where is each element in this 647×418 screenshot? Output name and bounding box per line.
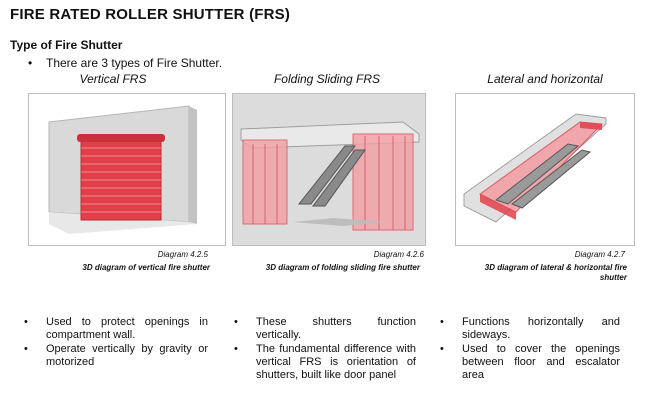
bullet: • <box>28 56 33 70</box>
diagram-lateral-horizontal-shutter <box>455 93 635 246</box>
list-item: • Used to cover the openings between floo… <box>440 343 620 381</box>
diagram-folding-sliding-shutter <box>232 93 426 246</box>
column-heading-lateral: Lateral and horizontal <box>487 72 603 86</box>
diagram-title-3: 3D diagram of lateral & horizontal fire … <box>455 263 627 283</box>
list-item: • Operate vertically by gravity or motori… <box>24 343 208 368</box>
folding-points-list: • These shutters function vertically. • Th… <box>234 316 416 383</box>
list-item: • These shutters function vertically. <box>234 316 416 341</box>
vertical-points-list: • Used to protect openings in compartment… <box>24 316 208 370</box>
diagram-title-3-line1: 3D diagram of lateral & horizontal fire <box>484 263 627 272</box>
diagram-vertical-shutter <box>28 93 226 246</box>
column-heading-folding: Folding Sliding FRS <box>273 72 381 86</box>
diagram-title-3-line2: shutter <box>599 273 627 282</box>
section-subtitle: Type of Fire Shutter <box>10 38 123 52</box>
diagram-number-2: Diagram 4.2.6 <box>373 250 424 259</box>
list-item: • The fundamental difference with vertica… <box>234 343 416 381</box>
lateral-points-list: • Functions horizontally and sideways. • U… <box>440 316 620 383</box>
intro-text: There are 3 types of Fire Shutter. <box>46 56 223 70</box>
diagram-title-2: 3D diagram of folding sliding fire shutt… <box>265 263 420 272</box>
page-title: FIRE RATED ROLLER SHUTTER (FRS) <box>10 6 291 23</box>
diagram-title-1: 3D diagram of vertical fire shutter <box>82 263 210 272</box>
list-item: • Functions horizontally and sideways. <box>440 316 620 341</box>
column-heading-vertical: Vertical FRS <box>79 72 147 86</box>
diagram-number-3: Diagram 4.2.7 <box>574 250 625 259</box>
diagram-number-1: Diagram 4.2.5 <box>157 250 208 259</box>
list-item: • Used to protect openings in compartment… <box>24 316 208 341</box>
